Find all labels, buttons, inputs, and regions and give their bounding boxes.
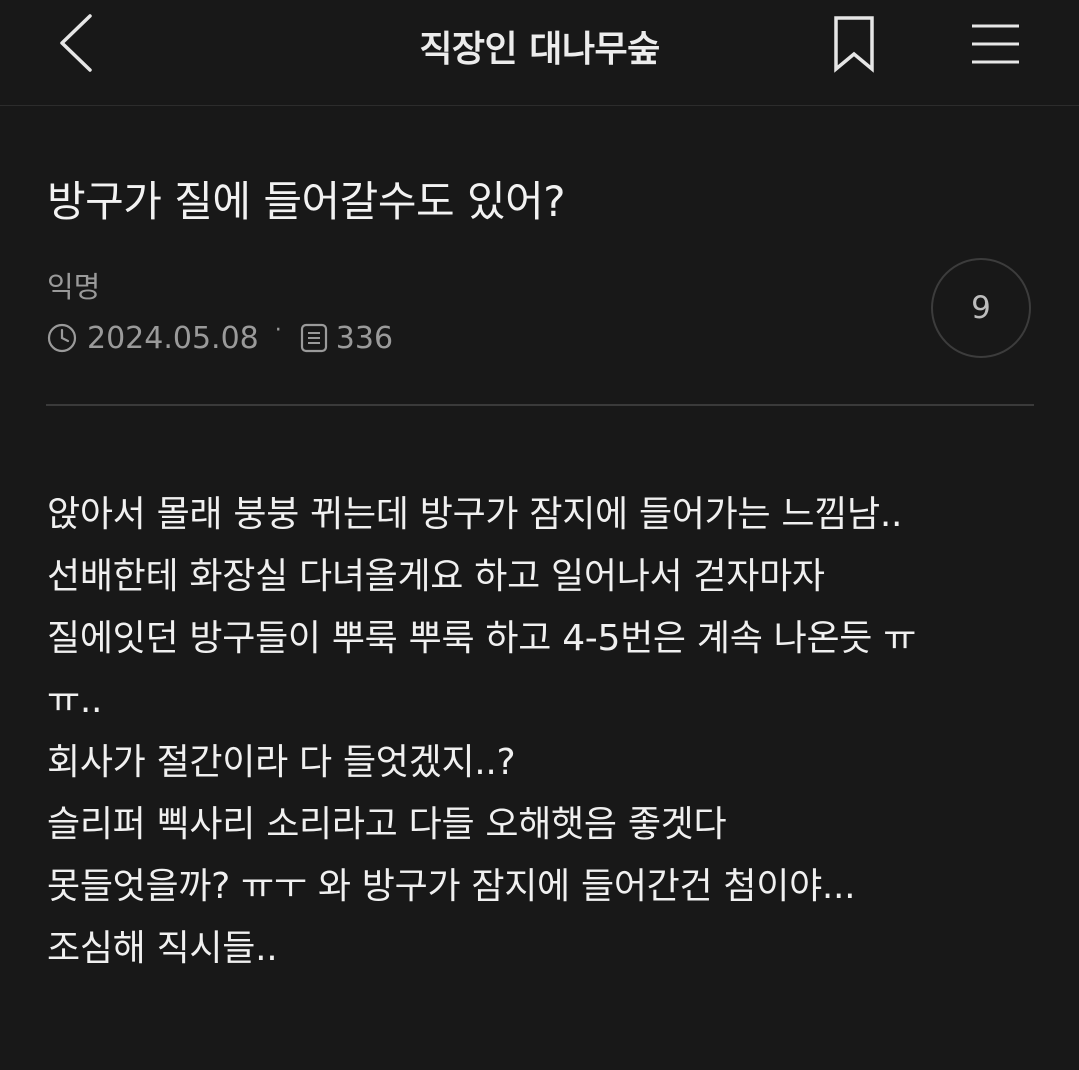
body-line: 앉아서 몰래 붕붕 뀌는데 방구가 잠지에 들어가는 느낌남.. bbox=[47, 494, 903, 535]
menu-button[interactable] bbox=[966, 18, 1026, 70]
post-author: 익명 bbox=[47, 270, 101, 304]
body-line: 질에잇던 방구들이 뿌룩 뿌룩 하고 4-5번은 계속 나온듯 ㅠ bbox=[47, 618, 917, 659]
body-line: 선배한테 화장실 다녀올게요 하고 일어나서 걷자마자 bbox=[47, 556, 825, 597]
body-line: 못들엇을까? ㅠㅜ 와 방구가 잠지에 들어간건 첨이야... bbox=[47, 866, 856, 907]
post-title: 방구가 질에 들어갈수도 있어? bbox=[47, 177, 566, 226]
body-line: 조심해 직시들.. bbox=[47, 928, 278, 969]
body-line: 회사가 절간이라 다 들엇겠지..? bbox=[47, 742, 516, 783]
bookmark-icon bbox=[834, 16, 874, 73]
post-body: 앉아서 몰래 붕붕 뀌는데 방구가 잠지에 들어가는 느낌남.. 선배한테 화장… bbox=[47, 484, 1037, 980]
comment-count-button[interactable]: 9 bbox=[931, 258, 1031, 358]
meta-separator: · bbox=[274, 317, 282, 343]
post-date: 2024.05.08 bbox=[87, 320, 259, 356]
bookmark-button[interactable] bbox=[826, 14, 882, 74]
top-navigation-bar: 직장인 대나무숲 bbox=[0, 0, 1079, 106]
app-title: 직장인 대나무숲 bbox=[419, 29, 660, 70]
view-count: 336 bbox=[335, 320, 394, 356]
document-icon bbox=[300, 323, 327, 353]
comment-count: 9 bbox=[971, 290, 991, 326]
hamburger-menu-icon bbox=[972, 24, 1019, 64]
post-meta: 2024.05.08 · 336 bbox=[47, 316, 393, 360]
body-line: 슬리퍼 삑사리 소리라고 다들 오해햇음 좋겟다 bbox=[47, 804, 727, 845]
clock-icon bbox=[47, 323, 77, 353]
divider bbox=[46, 404, 1034, 406]
body-line: ㅠ.. bbox=[47, 680, 103, 721]
